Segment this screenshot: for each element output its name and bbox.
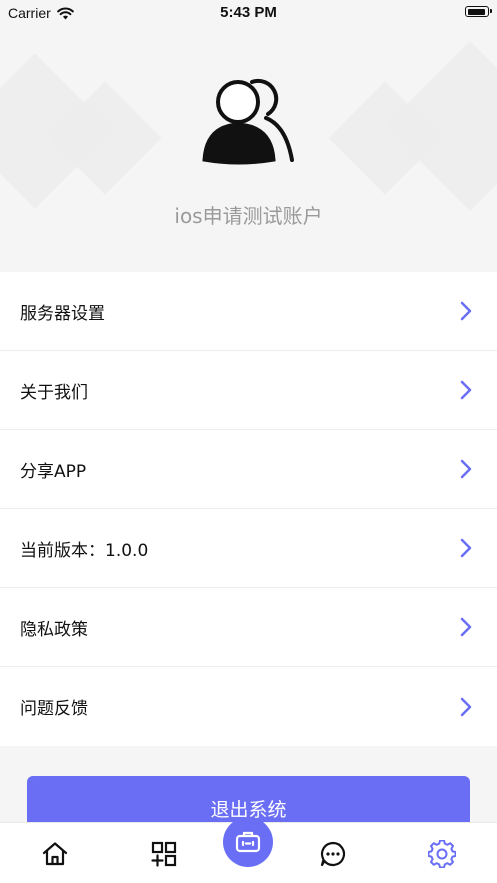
carrier-indicator: Carrier bbox=[8, 5, 74, 21]
wifi-icon bbox=[56, 6, 74, 19]
menu-item-share-app[interactable]: 分享APP bbox=[0, 430, 497, 509]
menu-item-current-version[interactable]: 当前版本：1.0.0 bbox=[0, 509, 497, 588]
chevron-right-icon bbox=[460, 459, 472, 479]
menu-item-server-settings[interactable]: 服务器设置 bbox=[0, 272, 497, 351]
gear-icon[interactable] bbox=[428, 840, 456, 868]
menu-item-privacy-policy[interactable]: 隐私政策 bbox=[0, 588, 497, 667]
toolbox-icon bbox=[235, 831, 261, 853]
menu-item-about-us[interactable]: 关于我们 bbox=[0, 351, 497, 430]
chevron-right-icon bbox=[460, 617, 472, 637]
logout-area: 退出系统 bbox=[0, 748, 497, 846]
decorative-diamond bbox=[385, 41, 497, 211]
home-icon[interactable] bbox=[41, 840, 69, 868]
menu-item-label: 分享APP bbox=[20, 461, 87, 482]
battery-icon bbox=[465, 6, 492, 17]
status-time: 5:43 PM bbox=[220, 4, 277, 21]
tab-center-button[interactable] bbox=[223, 817, 273, 867]
grid-plus-icon[interactable] bbox=[150, 840, 178, 868]
settings-menu: 服务器设置 关于我们 分享APP 当前版本：1.0.0 隐私政策 问题反馈 bbox=[0, 272, 497, 746]
chevron-right-icon bbox=[460, 538, 472, 558]
menu-item-label: 服务器设置 bbox=[20, 303, 105, 324]
users-icon bbox=[202, 78, 294, 165]
menu-item-label: 关于我们 bbox=[20, 382, 88, 403]
menu-item-label: 当前版本：1.0.0 bbox=[20, 540, 149, 561]
status-bar: Carrier 5:43 PM bbox=[0, 0, 497, 26]
carrier-label: Carrier bbox=[8, 5, 51, 21]
chevron-right-icon bbox=[460, 380, 472, 400]
menu-item-label: 问题反馈 bbox=[20, 699, 88, 719]
menu-item-label: 隐私政策 bbox=[20, 619, 88, 640]
profile-header: ios申请测试账户 bbox=[0, 26, 497, 272]
account-name: ios申请测试账户 bbox=[174, 204, 323, 228]
menu-item-feedback[interactable]: 问题反馈 bbox=[0, 667, 497, 746]
chevron-right-icon bbox=[460, 301, 472, 321]
battery-level bbox=[467, 8, 485, 15]
chevron-right-icon bbox=[460, 697, 472, 716]
chat-icon[interactable] bbox=[319, 840, 347, 868]
tab-bar bbox=[0, 817, 497, 883]
